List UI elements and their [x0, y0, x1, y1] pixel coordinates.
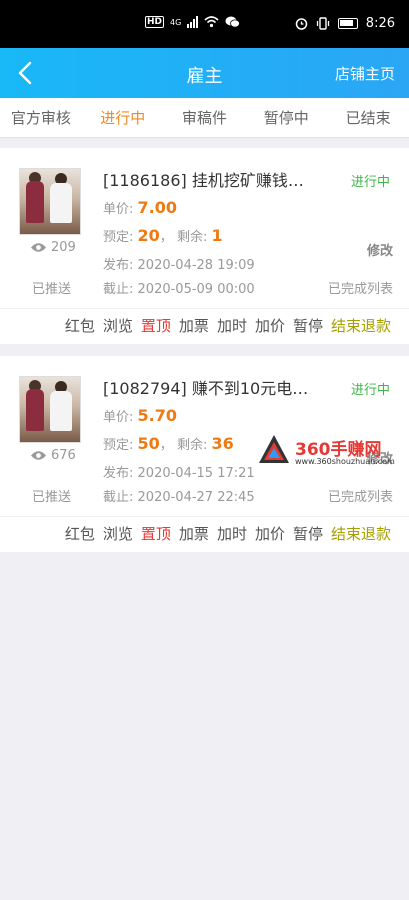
- hd-indicator: HD: [145, 16, 165, 28]
- publish-label: 发布:: [103, 466, 134, 481]
- add-time-button[interactable]: 加时: [217, 517, 247, 552]
- completed-list-link[interactable]: 已完成列表: [328, 278, 393, 297]
- vibrate-icon: [316, 17, 329, 30]
- tab-paused[interactable]: 暂停中: [245, 98, 327, 137]
- pause-button[interactable]: 暂停: [293, 309, 323, 344]
- signal-icon: [187, 16, 199, 28]
- add-tickets-button[interactable]: 加票: [179, 309, 209, 344]
- publish-time: 2020-04-15 17:21: [137, 466, 255, 481]
- unit-price-value: 5.70: [137, 406, 178, 425]
- pause-button[interactable]: 暂停: [293, 517, 323, 552]
- task-actions: 红包 浏览 置顶 加票 加时 加价 暂停 结束退款: [0, 516, 409, 552]
- remaining-value: 1: [211, 226, 223, 245]
- deadline-time: 2020-04-27 22:45: [137, 490, 255, 505]
- task-status: 进行中: [350, 383, 390, 398]
- unit-price-label: 单价:: [103, 410, 134, 425]
- view-count: 209: [30, 240, 76, 255]
- unit-price-value: 7.00: [137, 198, 178, 217]
- status-tabs: 官方审核 进行中 审稿件 暂停中 已结束: [0, 98, 409, 138]
- pin-top-button[interactable]: 置顶: [141, 517, 171, 552]
- booked-value: 50: [137, 434, 160, 453]
- battery-icon: [337, 18, 358, 29]
- deadline-label: 截止:: [103, 490, 134, 505]
- publish-time: 2020-04-28 19:09: [137, 258, 255, 273]
- modify-button[interactable]: 修改: [367, 240, 393, 259]
- status-right: 8:26: [295, 16, 395, 31]
- remaining-label: 剩余:: [176, 230, 208, 245]
- end-refund-button[interactable]: 结束退款: [331, 517, 391, 552]
- booked-label: 预定:: [103, 230, 134, 245]
- status-icons: HD 4G: [145, 16, 241, 28]
- watermark-url: www.360shouzhuan.com: [295, 457, 395, 466]
- publish-label: 发布:: [103, 258, 134, 273]
- view-count-value: 676: [51, 448, 76, 463]
- alarm-icon: [295, 18, 308, 30]
- task-actions: 红包 浏览 置顶 加票 加时 加价 暂停 结束退款: [0, 308, 409, 344]
- completed-list-link[interactable]: 已完成列表: [328, 486, 393, 505]
- remaining-value: 36: [211, 434, 234, 453]
- status-time: 8:26: [365, 16, 395, 31]
- wechat-icon: [225, 16, 241, 28]
- view-count-value: 209: [51, 240, 76, 255]
- tab-review-drafts[interactable]: 审稿件: [164, 98, 246, 137]
- booked-value: 20: [137, 226, 160, 245]
- task-card[interactable]: 209 已推送 [1186186] 挂机挖矿赚钱… 进行中 单价: 7.00 预…: [0, 148, 409, 344]
- task-thumbnail[interactable]: [19, 376, 81, 443]
- task-title[interactable]: [1082794] 赚不到10元电…: [103, 375, 333, 399]
- tab-ended[interactable]: 已结束: [327, 98, 409, 137]
- publish-row: 发布: 2020-04-28 19:09: [103, 254, 255, 273]
- wifi-icon: [204, 16, 219, 28]
- pin-top-button[interactable]: 置顶: [141, 309, 171, 344]
- booked-label: 预定:: [103, 438, 134, 453]
- task-status: 进行中: [350, 175, 390, 190]
- deadline-row: 截止: 2020-05-09 00:00: [103, 278, 255, 297]
- network-gen-indicator: 4G: [170, 17, 182, 27]
- booking-row: 预定: 20， 剩余: 1: [103, 226, 223, 245]
- task-title[interactable]: [1186186] 挂机挖矿赚钱…: [103, 167, 333, 191]
- nav-bar: 雇主 店铺主页: [0, 48, 409, 98]
- unit-price-label: 单价:: [103, 202, 134, 217]
- pushed-label: 已推送: [32, 282, 72, 297]
- add-tickets-button[interactable]: 加票: [179, 517, 209, 552]
- eye-icon: [31, 451, 46, 460]
- view-count: 676: [30, 448, 76, 463]
- end-refund-button[interactable]: 结束退款: [331, 309, 391, 344]
- add-time-button[interactable]: 加时: [217, 309, 247, 344]
- deadline-time: 2020-05-09 00:00: [137, 282, 255, 297]
- deadline-label: 截止:: [103, 282, 134, 297]
- browse-button[interactable]: 浏览: [103, 309, 133, 344]
- raise-price-button[interactable]: 加价: [255, 517, 285, 552]
- raise-price-button[interactable]: 加价: [255, 309, 285, 344]
- remaining-label: 剩余:: [176, 438, 208, 453]
- pushed-label: 已推送: [32, 490, 72, 505]
- status-bar: HD 4G 8:26: [0, 0, 409, 48]
- tab-in-progress[interactable]: 进行中: [82, 98, 164, 137]
- eye-icon: [31, 243, 46, 252]
- watermark-logo-icon: [259, 435, 289, 463]
- publish-row: 发布: 2020-04-15 17:21: [103, 462, 255, 481]
- deadline-row: 截止: 2020-04-27 22:45: [103, 486, 255, 505]
- red-packet-button[interactable]: 红包: [65, 517, 95, 552]
- tab-official-review[interactable]: 官方审核: [0, 98, 82, 137]
- browse-button[interactable]: 浏览: [103, 517, 133, 552]
- site-watermark: 360手赚网 www.360shouzhuan.com: [257, 433, 407, 473]
- unit-price-row: 单价: 5.70: [103, 406, 177, 425]
- task-thumbnail[interactable]: [19, 168, 81, 235]
- booking-row: 预定: 50， 剩余: 36: [103, 434, 234, 453]
- unit-price-row: 单价: 7.00: [103, 198, 177, 217]
- red-packet-button[interactable]: 红包: [65, 309, 95, 344]
- shop-home-link[interactable]: 店铺主页: [335, 63, 395, 84]
